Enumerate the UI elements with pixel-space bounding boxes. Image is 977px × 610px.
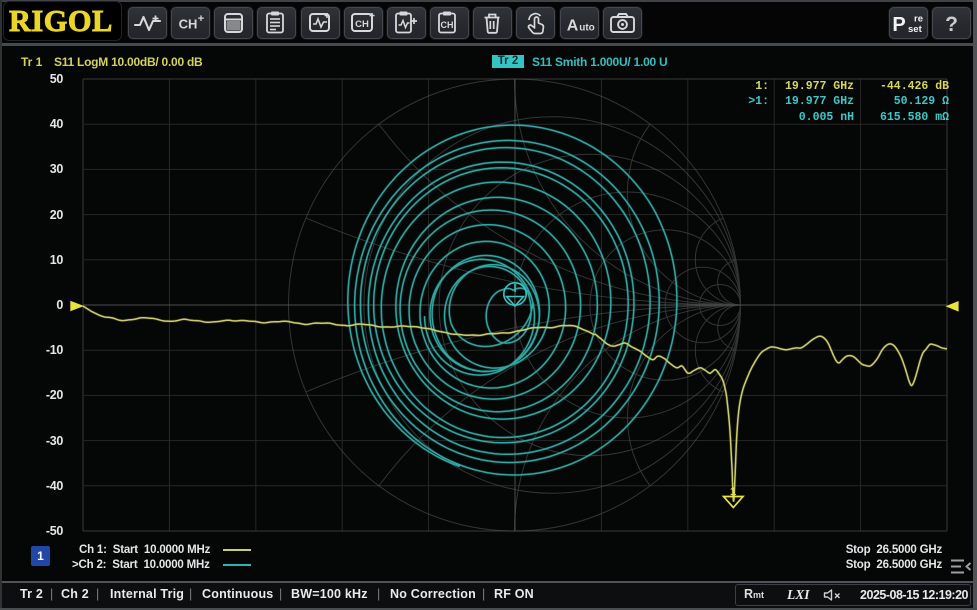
- svg-text:1: 1: [730, 486, 736, 498]
